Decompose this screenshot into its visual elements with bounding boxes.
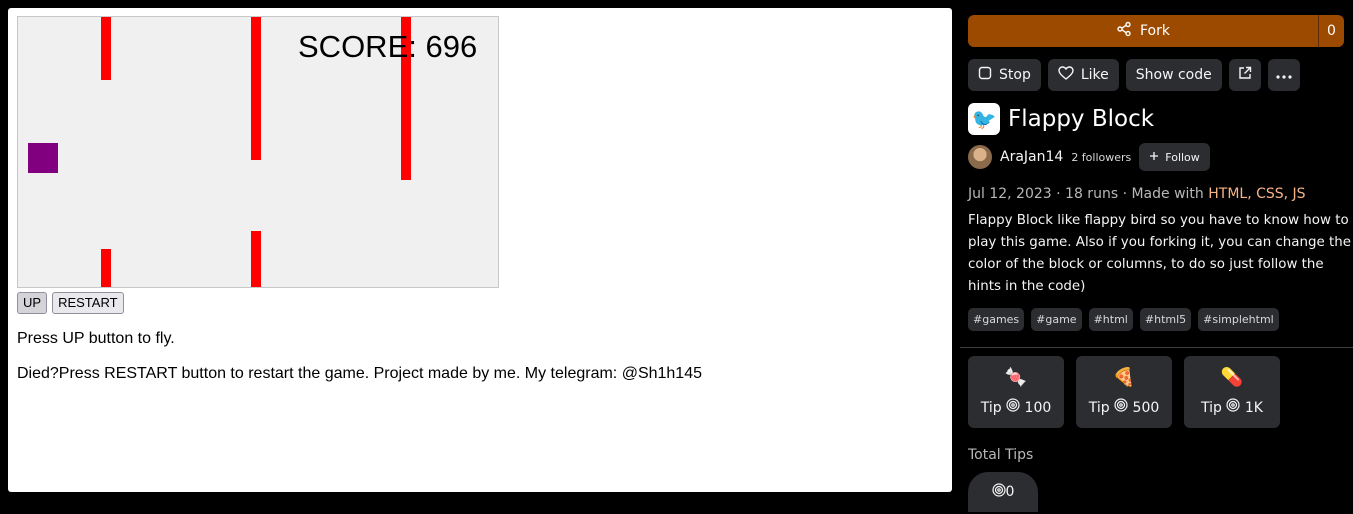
game-canvas[interactable]: SCORE: 696: [17, 16, 499, 288]
player-block: [28, 143, 58, 173]
author-name[interactable]: AraJan14: [1000, 149, 1063, 165]
fork-icon: [1116, 21, 1132, 41]
stop-label: Stop: [999, 67, 1031, 83]
pipe-top-1: [101, 17, 111, 80]
flappy-bird-icon: 🐦: [968, 103, 1000, 135]
cycles-icon: [1226, 398, 1244, 416]
tag-chip[interactable]: #games: [968, 308, 1025, 331]
publish-date: Jul 12, 2023: [968, 186, 1052, 202]
more-options-button[interactable]: [1267, 59, 1300, 91]
tip-label: Tip 100: [980, 398, 1052, 416]
pizza-icon: 🍕: [1112, 367, 1136, 388]
tip-500-button[interactable]: 🍕 Tip 500: [1076, 356, 1172, 428]
up-button[interactable]: UP: [17, 292, 48, 314]
follower-count: 2 followers: [1071, 150, 1132, 164]
notes-text: Died?Press RESTART button to restart the…: [17, 365, 702, 382]
tip-label: Tip 1K: [1201, 398, 1263, 416]
author-row: AraJan14 2 followers Follow: [968, 143, 1210, 171]
follow-button[interactable]: Follow: [1139, 143, 1210, 171]
tip-100-button[interactable]: 🍬 Tip 100: [968, 356, 1064, 428]
pipe-top-2: [251, 17, 261, 160]
app-title: Flappy Block: [1008, 106, 1155, 132]
pipe-bottom-2: [251, 231, 261, 287]
like-label: Like: [1080, 67, 1109, 83]
show-code-label: Show code: [1135, 67, 1212, 83]
heart-icon: [1058, 66, 1074, 84]
tag-chip[interactable]: #html5: [1139, 308, 1192, 331]
open-external-button[interactable]: [1228, 59, 1261, 91]
candy-icon: 🍬: [1004, 367, 1028, 388]
follow-label: Follow: [1165, 150, 1200, 164]
total-tips-value: 0: [968, 472, 1038, 512]
tip-options: 🍬 Tip 100 🍕 Tip 500 💊 Tip 1K: [968, 356, 1280, 428]
stop-button[interactable]: Stop: [968, 59, 1041, 91]
tip-1k-button[interactable]: 💊 Tip 1K: [1184, 356, 1280, 428]
repl-description: Flappy Block like flappy bird so you hav…: [968, 213, 1351, 294]
stop-icon: [978, 66, 992, 84]
external-link-icon: [1238, 66, 1252, 84]
more-icon: [1276, 67, 1292, 83]
instructions-text: Press UP button to fly.: [17, 330, 175, 347]
restart-button[interactable]: RESTART: [52, 292, 124, 314]
tag-list: #games #game #html #html5 #simplehtml: [968, 308, 1279, 331]
avatar[interactable]: [968, 145, 992, 169]
run-count: 18 runs: [1065, 186, 1119, 202]
cycles-icon: [1006, 398, 1024, 416]
score-display: SCORE: 696: [298, 29, 478, 64]
app-root: SCORE: 696 UP RESTART Press UP button to…: [0, 0, 1353, 514]
fork-label: Fork: [1140, 23, 1170, 39]
tag-chip[interactable]: #simplehtml: [1198, 308, 1279, 331]
cycles-icon: [991, 483, 1006, 501]
language-links[interactable]: HTML, CSS, JS: [1208, 186, 1305, 202]
action-bar: Stop Like Show code: [968, 59, 1300, 91]
show-code-button[interactable]: Show code: [1125, 59, 1222, 91]
cycles-icon: [1114, 398, 1132, 416]
preview-panel: SCORE: 696 UP RESTART Press UP button to…: [8, 8, 952, 492]
divider: [960, 347, 1353, 348]
pipe-bottom-1: [101, 249, 111, 287]
tip-label: Tip 500: [1088, 398, 1160, 416]
repl-meta: Jul 12, 2023 · 18 runs · Made with HTML,…: [968, 186, 1306, 202]
fork-button-group: Fork 0: [968, 15, 1344, 47]
tag-chip[interactable]: #game: [1031, 308, 1082, 331]
like-button[interactable]: Like: [1047, 59, 1119, 91]
plus-icon: [1149, 151, 1159, 164]
pill-icon: 💊: [1220, 367, 1244, 388]
fork-button[interactable]: Fork: [968, 15, 1318, 47]
game-controls: UP RESTART: [17, 292, 124, 314]
sidebar: Fork 0 Stop Like Show code 🐦 Flappy Bloc…: [960, 0, 1353, 514]
fork-count: 0: [1318, 15, 1344, 47]
app-title-row: 🐦 Flappy Block: [968, 103, 1154, 135]
tag-chip[interactable]: #html: [1088, 308, 1133, 331]
total-tips-label: Total Tips: [968, 447, 1034, 463]
made-with-label: Made with: [1131, 186, 1204, 202]
meta-separator: ·: [1056, 186, 1066, 202]
